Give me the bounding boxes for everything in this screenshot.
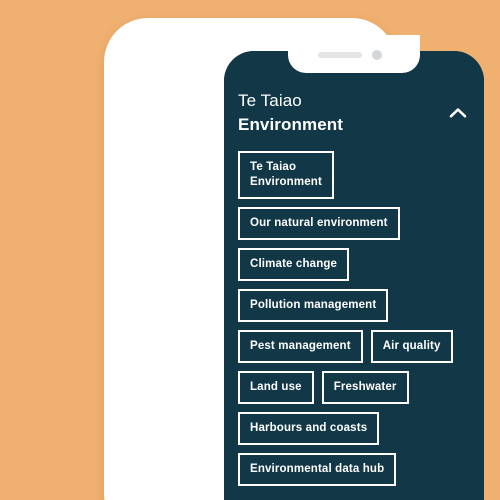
phone-screen: Te Taiao Environment Te Taiao Environmen… [224, 51, 484, 500]
accordion-title-line-2: Environment [238, 115, 344, 134]
speaker-grille [318, 52, 362, 58]
link-air-quality[interactable]: Air quality [370, 330, 453, 363]
link-our-natural-environment[interactable]: Our natural environment [238, 207, 400, 240]
chevron-up-icon[interactable] [448, 103, 468, 123]
link-pollution-management[interactable]: Pollution management [238, 289, 389, 322]
navigation-accordion: Te Taiao Environment Te Taiao Environmen… [224, 51, 484, 500]
environment-link-list: Te Taiao Environment Our natural environ… [224, 137, 484, 486]
link-harbours-and-coasts[interactable]: Harbours and coasts [238, 412, 380, 445]
accordion-title-line-1: Te Taiao [238, 91, 302, 110]
phone-notch [288, 35, 420, 73]
screenshot-stage: Te Taiao Environment Te Taiao Environmen… [0, 0, 500, 500]
front-camera-dot [372, 50, 382, 60]
phone-frame: Te Taiao Environment Te Taiao Environmen… [104, 18, 484, 500]
accordion-title-environment: Te Taiao Environment [238, 89, 343, 137]
link-climate-change[interactable]: Climate change [238, 248, 350, 281]
accordion-header-environment[interactable]: Te Taiao Environment [224, 89, 484, 137]
accordion-section-environment: Te Taiao Environment Te Taiao Environmen… [224, 51, 484, 500]
link-environmental-data-hub[interactable]: Environmental data hub [238, 453, 397, 486]
link-freshwater[interactable]: Freshwater [321, 371, 409, 404]
link-pest-management[interactable]: Pest management [238, 330, 363, 363]
link-te-taiao-environment[interactable]: Te Taiao Environment [238, 151, 334, 199]
link-land-use[interactable]: Land use [238, 371, 314, 404]
